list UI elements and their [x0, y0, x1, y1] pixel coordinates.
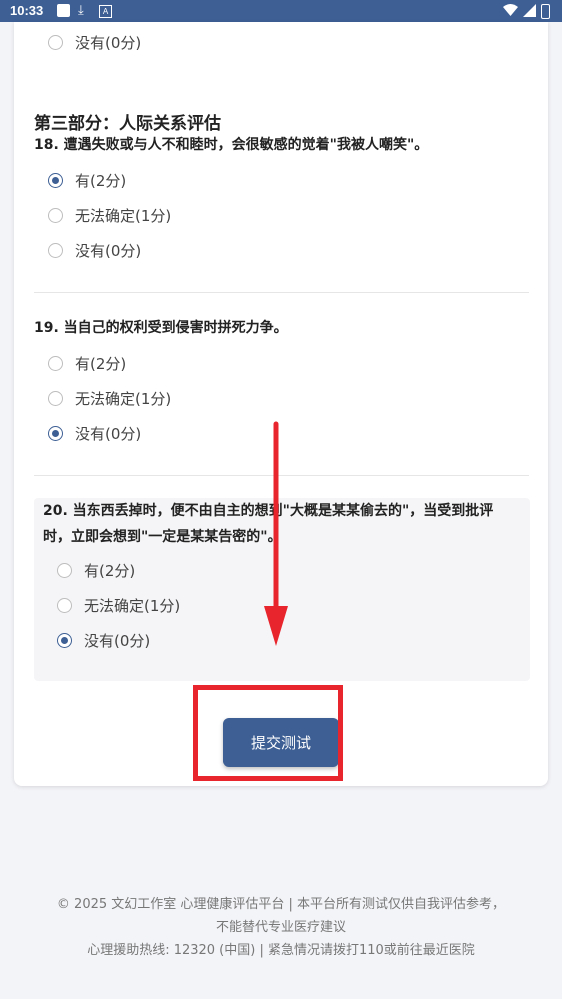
- option-label: 无法确定(1分): [84, 597, 181, 615]
- radio-button[interactable]: [48, 208, 63, 223]
- question-20-text-line2: 时，立即会想到"一定是某某告密的"。: [43, 529, 282, 545]
- radio-button-checked[interactable]: [57, 633, 72, 648]
- option-label: 没有(0分): [75, 425, 142, 443]
- question-20-text-line1: 20. 当东西丢掉时，便不由自主的想到"大概是某某偷去的"，当受到批评: [43, 503, 494, 519]
- footer-hotline: 心理援助热线: 12320 (中国) | 紧急情况请拨打110或前往最近医院: [87, 943, 475, 958]
- submit-test-button[interactable]: 提交测试: [223, 718, 339, 767]
- radio-button-checked[interactable]: [48, 173, 63, 188]
- radio-button[interactable]: [57, 563, 72, 578]
- footer-copyright: © 2025 文幻工作室 心理健康评估平台 | 本平台所有测试仅供自我评估参考，: [56, 897, 506, 912]
- notification-square-icon: [57, 4, 70, 17]
- option-label: 有(2分): [84, 562, 136, 580]
- battery-icon: [541, 4, 550, 19]
- download-icon: ⤓: [78, 2, 84, 17]
- option-label: 没有(0分): [75, 242, 142, 260]
- radio-button[interactable]: [48, 391, 63, 406]
- status-time: 10:33: [10, 3, 44, 18]
- radio-button-checked[interactable]: [48, 426, 63, 441]
- radio-button[interactable]: [48, 35, 63, 50]
- status-bar: 10:33 ⤓ A: [0, 0, 562, 22]
- option-label: 有(2分): [75, 172, 127, 190]
- radio-button[interactable]: [48, 356, 63, 371]
- cellular-icon: [523, 4, 536, 17]
- question-divider: [34, 475, 529, 476]
- wifi-icon: [503, 4, 518, 16]
- section-title: 第三部分：人际关系评估: [34, 114, 221, 134]
- option-label: 有(2分): [75, 355, 127, 373]
- question-divider: [34, 292, 529, 293]
- footer-disclaimer: 不能替代专业医疗建议: [215, 920, 346, 935]
- option-label: 没有(0分): [75, 34, 142, 52]
- question-18-text: 18. 遭遇失败或与人不和睦时，会很敏感的觉着"我被人嘲笑"。: [34, 137, 429, 153]
- option-label: 无法确定(1分): [75, 390, 172, 408]
- option-label: 没有(0分): [84, 632, 151, 650]
- radio-button[interactable]: [48, 243, 63, 258]
- question-19-text: 19. 当自己的权利受到侵害时拼死力争。: [34, 320, 288, 336]
- option-label: 无法确定(1分): [75, 207, 172, 225]
- radio-button[interactable]: [57, 598, 72, 613]
- questionnaire-card: 没有(0分) 第三部分：人际关系评估 18. 遭遇失败或与人不和睦时，会很敏感的…: [14, 22, 548, 786]
- footer: © 2025 文幻工作室 心理健康评估平台 | 本平台所有测试仅供自我评估参考，…: [0, 893, 562, 962]
- app-a-icon: A: [99, 5, 112, 18]
